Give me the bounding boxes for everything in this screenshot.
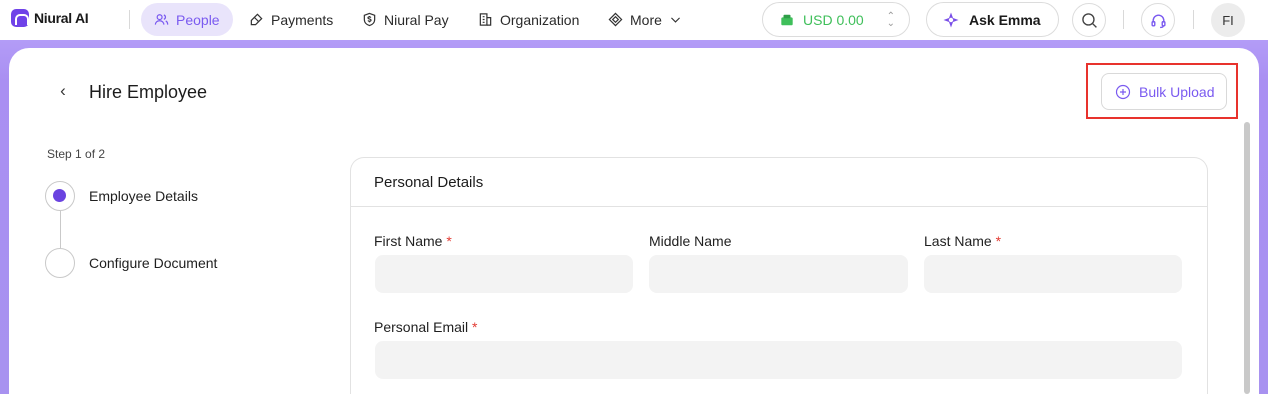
more-icon <box>608 12 623 27</box>
field-label-text: Last Name <box>924 233 992 249</box>
search-icon <box>1081 12 1097 28</box>
ask-emma-button[interactable]: Ask Emma <box>926 2 1059 37</box>
chevron-down-icon <box>670 17 680 23</box>
step-configure-document[interactable]: Configure Document <box>89 255 217 271</box>
card-divider <box>350 206 1208 207</box>
chevron-left-icon: ‹ <box>60 81 66 100</box>
field-label-text: Personal Email <box>374 319 469 335</box>
nav-item-label: People <box>176 11 220 28</box>
middle-name-input[interactable] <box>649 255 908 293</box>
brand-name: Niural AI <box>34 10 89 26</box>
nav-item-organization[interactable]: Organization <box>478 3 579 36</box>
step-counter: Step 1 of 2 <box>47 147 106 161</box>
required-marker: * <box>446 233 452 249</box>
last-name-label: Last Name * <box>924 233 1001 249</box>
personal-email-input[interactable] <box>375 341 1182 379</box>
divider <box>1193 10 1194 29</box>
brand-logo[interactable]: Niural AI <box>11 9 89 27</box>
balance-amount: USD 0.00 <box>803 11 864 28</box>
panel-scrollbar[interactable] <box>1244 122 1250 394</box>
last-name-input[interactable] <box>924 255 1182 293</box>
page-title: Hire Employee <box>89 82 208 102</box>
updown-chevron-icon: ⌃ ⌄ <box>886 10 895 29</box>
nav-item-more[interactable]: More <box>608 3 682 36</box>
bulk-upload-button[interactable]: Bulk Upload <box>1101 73 1227 110</box>
required-marker: * <box>472 319 478 335</box>
step-indicator <box>45 248 75 278</box>
currency-balance-selector[interactable]: USD 0.00 ⌃ ⌄ <box>762 2 910 37</box>
bulk-upload-label: Bulk Upload <box>1139 83 1215 100</box>
divider <box>1123 10 1124 29</box>
support-button[interactable] <box>1141 3 1175 37</box>
niural-logo-icon <box>11 9 29 27</box>
search-button[interactable] <box>1072 3 1106 37</box>
divider <box>129 10 130 29</box>
nav-item-people[interactable]: People <box>141 3 233 36</box>
plus-circle-icon <box>1115 84 1131 99</box>
field-label-text: Middle Name <box>649 233 732 249</box>
people-icon <box>154 14 169 25</box>
personal-email-label: Personal Email * <box>374 319 478 335</box>
organization-icon <box>479 13 492 26</box>
field-label-text: First Name <box>374 233 443 249</box>
step-indicator-active <box>45 181 75 211</box>
nav-item-label: More <box>630 11 662 28</box>
niural-pay-icon <box>363 12 376 27</box>
required-marker: * <box>995 233 1002 249</box>
user-avatar[interactable]: FI <box>1211 3 1245 37</box>
emma-sparkle-icon <box>943 12 959 27</box>
first-name-label: First Name * <box>374 233 452 249</box>
step-employee-details[interactable]: Employee Details <box>89 188 198 204</box>
wallet-icon <box>781 14 793 25</box>
nav-item-label: Organization <box>500 11 580 28</box>
ask-emma-label: Ask Emma <box>969 11 1041 28</box>
step-connector <box>60 211 61 248</box>
nav-item-payments[interactable]: Payments <box>249 3 333 36</box>
middle-name-label: Middle Name <box>649 233 731 249</box>
section-title: Personal Details <box>374 174 484 191</box>
payments-icon <box>250 13 263 26</box>
headset-icon <box>1150 14 1166 28</box>
first-name-input[interactable] <box>375 255 633 293</box>
nav-item-label: Payments <box>271 11 334 28</box>
top-navigation-bar: Niural AI People Payments Niural Pay Org… <box>0 0 1268 40</box>
nav-item-niural-pay[interactable]: Niural Pay <box>362 3 449 36</box>
nav-item-label: Niural Pay <box>384 11 449 28</box>
back-button[interactable]: ‹ <box>55 80 71 102</box>
